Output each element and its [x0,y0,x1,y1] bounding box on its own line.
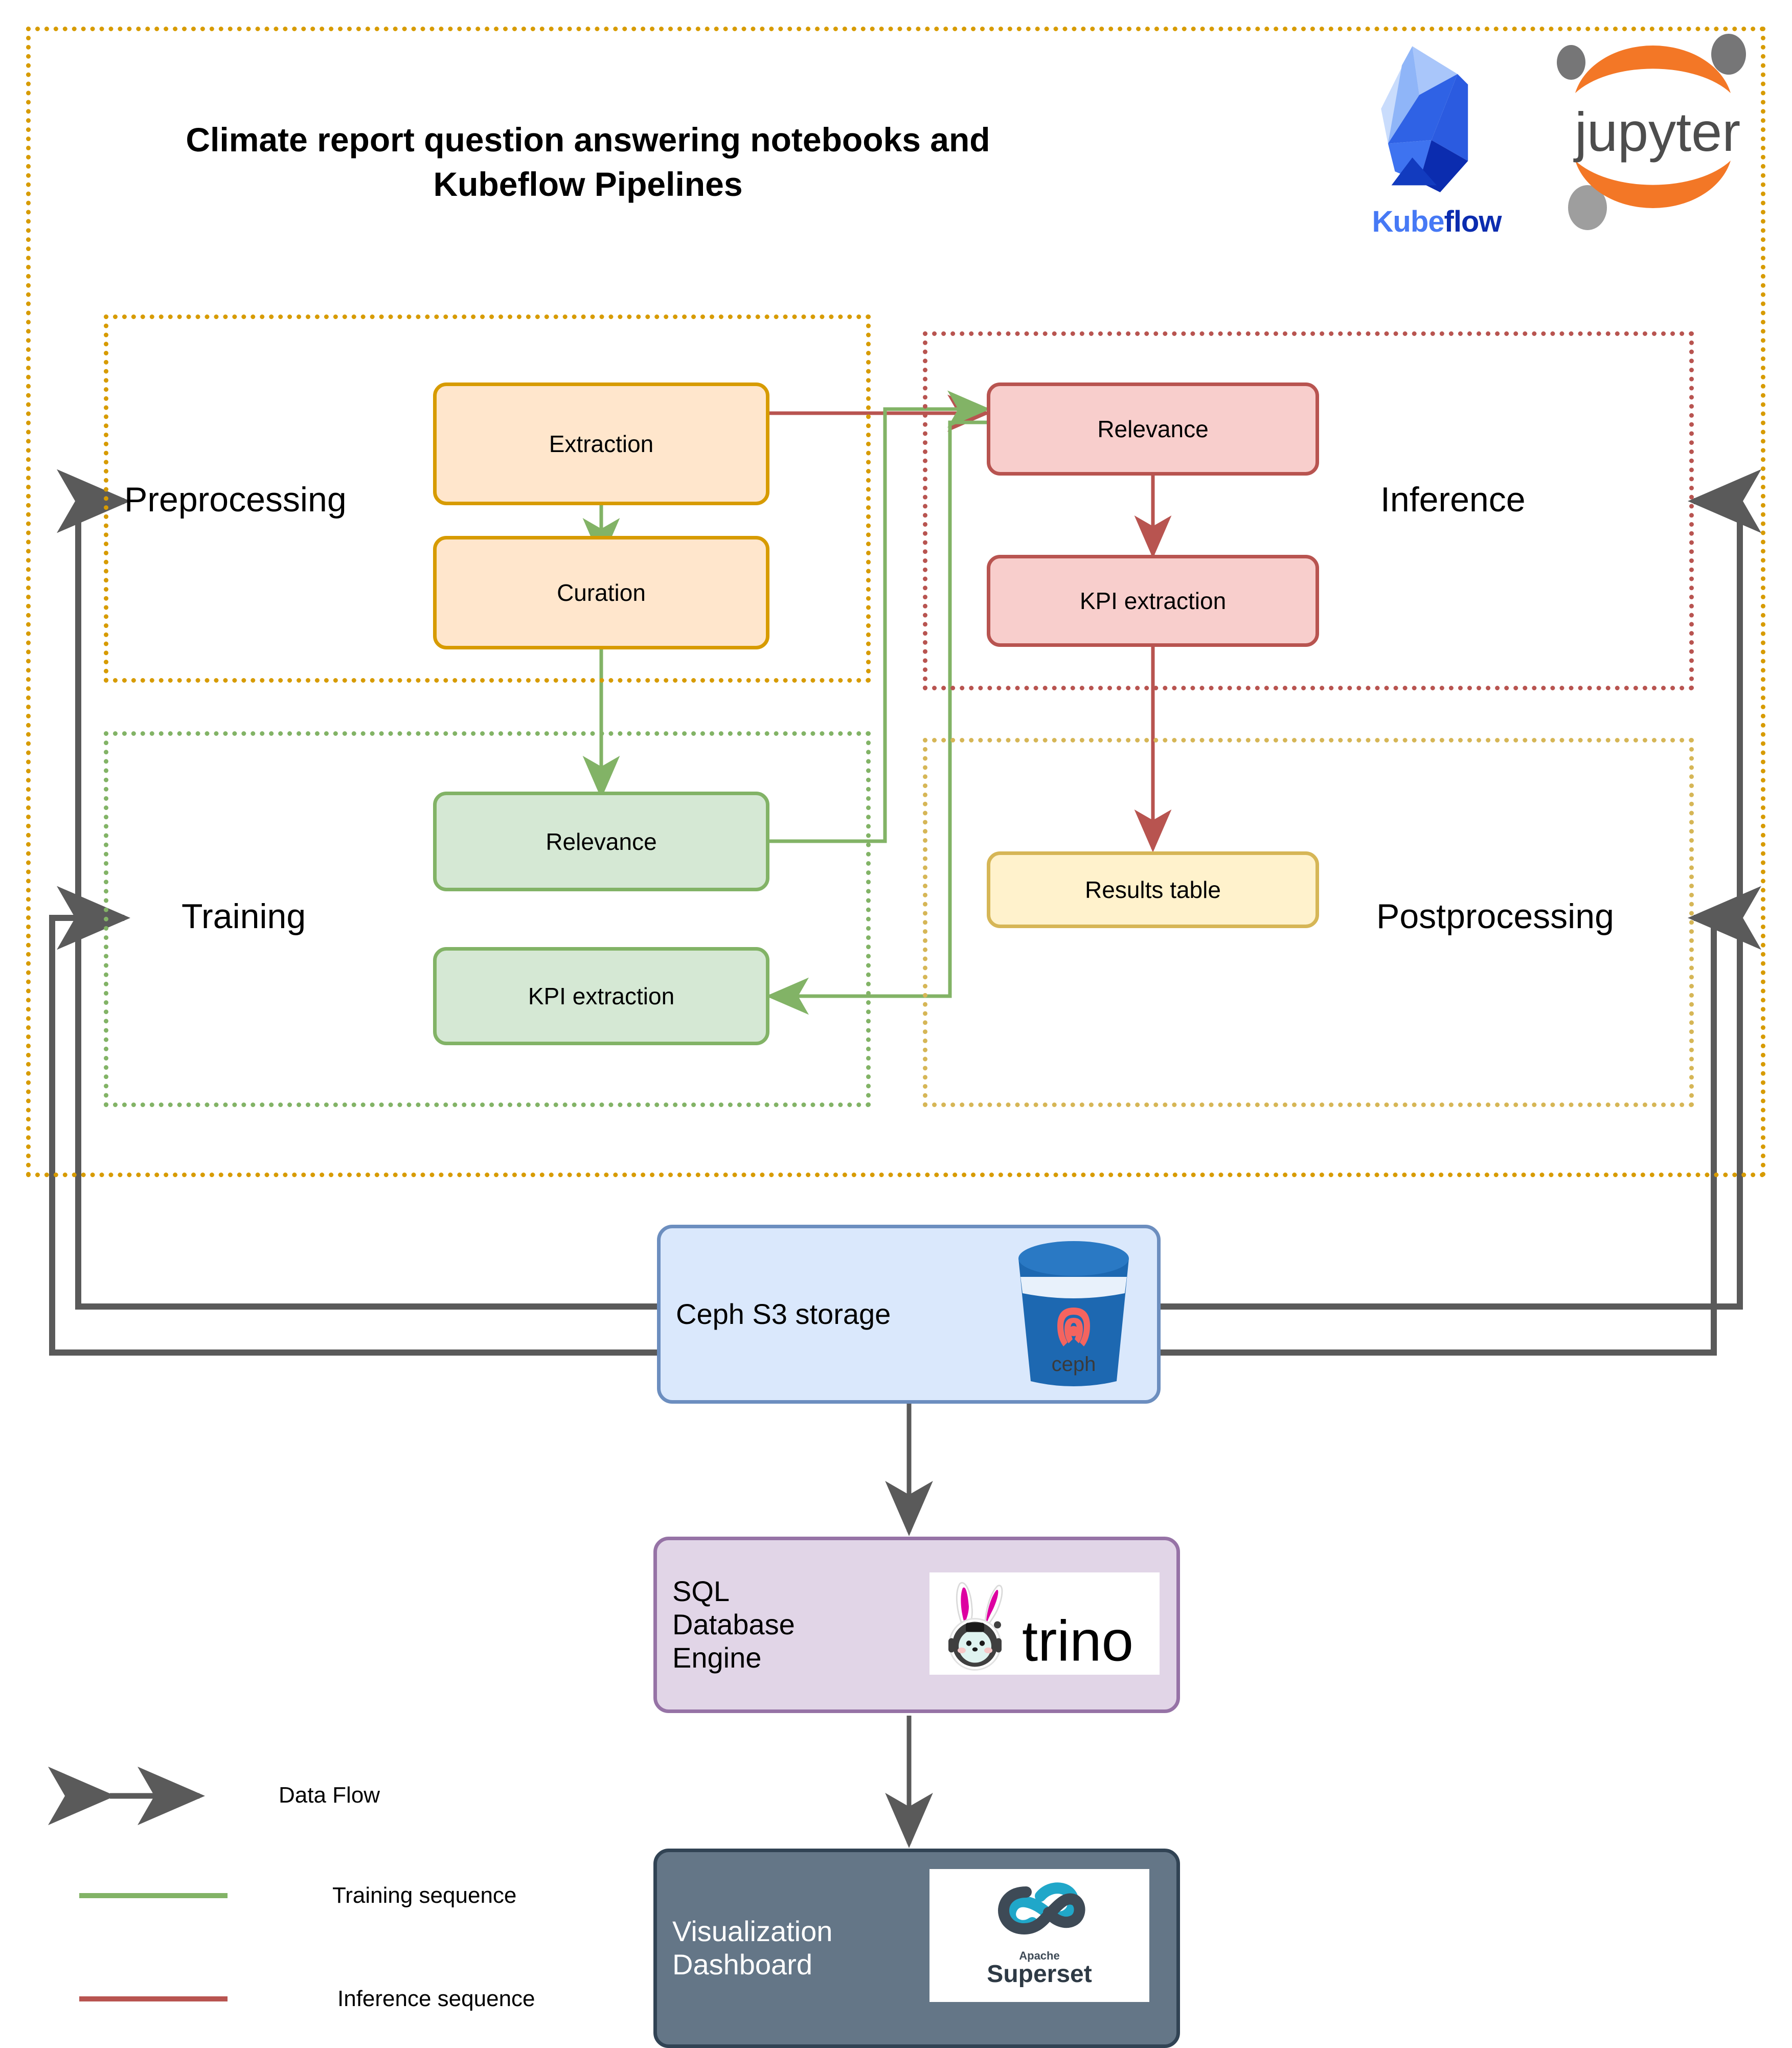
legend-item-data-flow: Data Flow [279,1783,380,1808]
ceph-storage-label: Ceph S3 storage [676,1297,891,1330]
node-extraction[interactable]: Extraction [433,382,769,505]
sql-database-engine-label: SQL Database Engine [672,1575,795,1674]
legend-label-data-flow: Data Flow [279,1783,380,1808]
apache-superset-logo-icon: Apache Superset [987,1882,1092,1988]
ceph-logo-slot: ceph [997,1237,1150,1391]
node-results-table[interactable]: Results table [987,851,1319,928]
superset-logo-slot: Apache Superset [929,1869,1149,2002]
training-group-label: Training [182,897,306,936]
trino-logo-slot: trino [929,1572,1160,1675]
node-inference-kpi-extraction[interactable]: KPI extraction [987,555,1319,647]
legend-item-training-sequence: Training sequence [79,1883,516,1908]
diagram-canvas: Climate report question answering notebo… [0,0,1792,2048]
svg-text:ceph: ceph [1052,1353,1096,1376]
inference-group-label: Inference [1380,480,1526,519]
node-curation[interactable]: Curation [433,536,769,649]
postprocessing-group-label: Postprocessing [1376,897,1614,936]
legend-label-training-sequence: Training sequence [332,1883,517,1908]
legend-item-inference-sequence: Inference sequence [79,1986,535,2012]
svg-text:Superset: Superset [987,1961,1092,1988]
legend-swatch-training [79,1893,228,1898]
legend-label-inference-sequence: Inference sequence [337,1986,535,2011]
preprocessing-group-label: Preprocessing [124,480,347,519]
node-training-kpi-extraction[interactable]: KPI extraction [433,947,769,1045]
node-inference-relevance[interactable]: Relevance [987,382,1319,476]
legend-swatch-inference [79,1996,228,2001]
trino-logo-icon: trino [948,1582,1133,1671]
node-training-relevance[interactable]: Relevance [433,792,769,891]
visualization-dashboard-label: Visualization Dashboard [672,1915,833,1981]
svg-text:trino: trino [1022,1609,1133,1671]
ceph-cup-icon: ceph [1018,1241,1129,1386]
